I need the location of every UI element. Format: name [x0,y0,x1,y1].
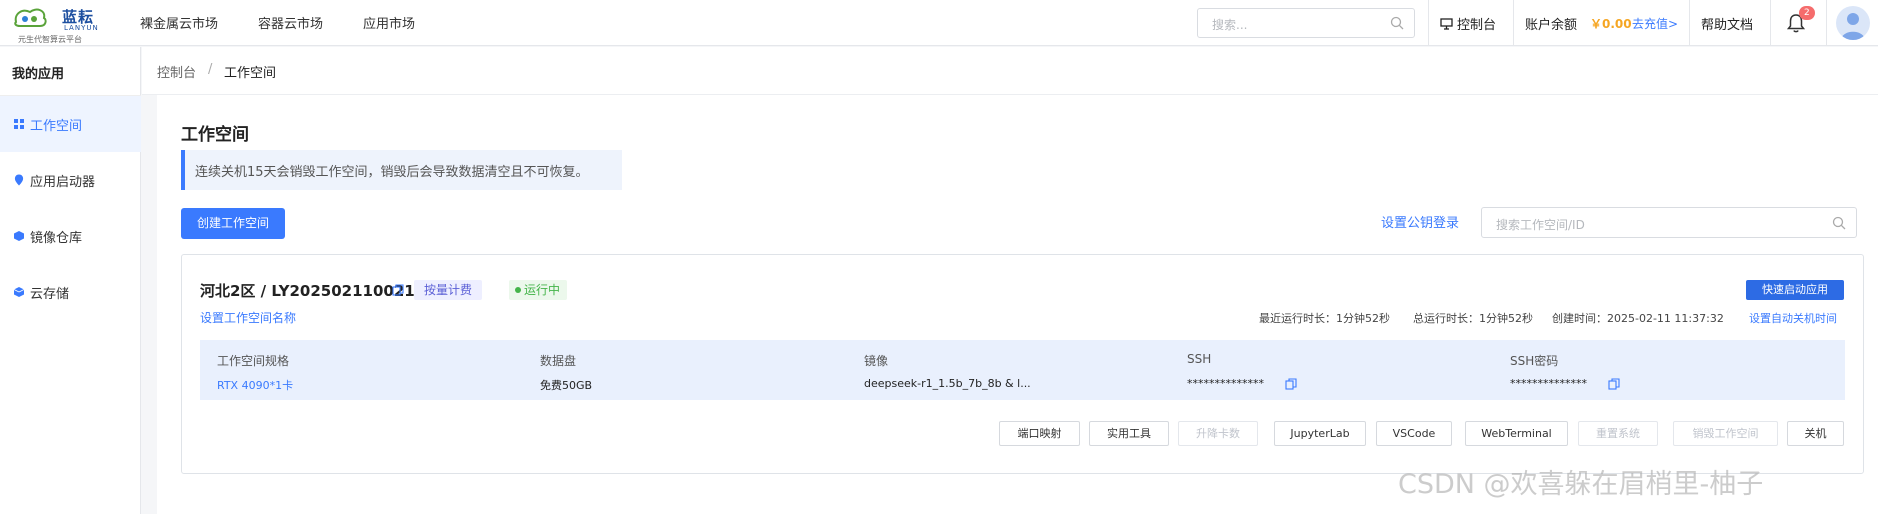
spec-header-ssh-password: SSH密码 [1510,354,1559,368]
divider [1513,0,1514,46]
sidebar-item-launcher[interactable]: 应用启动器 [0,152,141,208]
top-bar: 蓝耘 LANYUN 元生代智算云平台 裸金属云市场 容器云市场 应用市场 搜索.… [0,0,1878,46]
copy-icon[interactable] [1285,378,1297,390]
search-icon [1390,16,1404,30]
shutdown-button[interactable]: 关机 [1787,421,1844,446]
nav-app-market[interactable]: 应用市场 [363,13,415,32]
notice-text: 连续关机15天会销毁工作空间，销毁后会导致数据清空且不可恢复。 [195,165,589,180]
workspace-search-placeholder: 搜索工作空间/ID [1496,218,1585,232]
create-workspace-button[interactable]: 创建工作空间 [181,208,285,239]
vscode-button[interactable]: VSCode [1376,421,1452,446]
global-search-input[interactable]: 搜索... [1197,8,1415,38]
copy-icon[interactable] [392,284,404,296]
workspace-icon [14,119,24,129]
user-icon [1841,13,1865,40]
notification-badge: 2 [1799,6,1815,20]
search-icon [1832,216,1846,230]
spec-header-disk: 数据盘 [540,354,577,368]
spec-disk-value: 免费50GB [540,379,593,392]
port-mapping-button[interactable]: 端口映射 [999,421,1080,446]
help-docs-link[interactable]: 帮助文档 [1701,14,1753,33]
spec-table: 工作空间规格 数据盘 镜像 SSH SSH密码 RTX 4090*1卡 免费50… [200,340,1845,400]
nav-baremetal[interactable]: 裸金属云市场 [140,13,218,32]
jupyterlab-button[interactable]: JupyterLab [1274,421,1366,446]
page-title: 工作空间 [181,125,249,145]
workspace-card: 河北2区 / LY2025021100212 按量计费 运行中 快速启动应用 设… [181,254,1864,474]
spec-header-ssh: SSH [1187,352,1212,366]
console-link[interactable]: 控制台 [1440,14,1496,33]
logo-mark-icon [14,8,47,27]
reset-system-button[interactable]: 重置系统 [1578,421,1658,446]
sidebar-item-label: 镜像仓库 [30,230,83,246]
breadcrumb-current: 工作空间 [224,66,277,81]
scale-gpu-button[interactable]: 升降卡数 [1178,421,1258,446]
sidebar-item-image-repo[interactable]: 镜像仓库 [0,208,141,264]
recharge-link[interactable]: 去充值> [1632,15,1678,32]
cloud-storage-icon [13,287,25,297]
sidebar-item-label: 应用启动器 [30,174,96,190]
last-run-duration: 最近运行时长：1分钟52秒 [1259,312,1390,325]
avatar[interactable] [1836,6,1870,40]
sidebar-item-label: 工作空间 [30,118,83,134]
status-dot [515,287,521,293]
utilities-button[interactable]: 实用工具 [1089,421,1169,446]
webterminal-button[interactable]: WebTerminal [1465,421,1568,446]
notice-banner: 连续关机15天会销毁工作空间，销毁后会导致数据清空且不可恢复。 [181,150,622,190]
sidebar: 我的应用 工作空间 应用启动器 镜像仓库 云存储 [0,47,141,514]
spec-header-image: 镜像 [864,354,889,368]
rename-workspace-link[interactable]: 设置工作空间名称 [200,309,296,326]
destroy-workspace-button[interactable]: 销毁工作空间 [1673,421,1778,446]
sidebar-item-cloud-storage[interactable]: 云存储 [0,264,141,320]
console-label: 控制台 [1457,18,1497,33]
spec-header-spec: 工作空间规格 [217,354,290,368]
breadcrumb-separator: / [208,62,213,77]
status-badge: 运行中 [509,280,568,300]
auto-shutdown-link[interactable]: 设置自动关机时间 [1749,310,1837,326]
breadcrumb: 控制台 / 工作空间 [142,47,1878,95]
workspace-search-input[interactable]: 搜索工作空间/ID [1481,207,1857,238]
balance-value: ￥0.00 [1590,17,1632,31]
balance-label: 账户余额 [1525,18,1578,33]
image-repo-icon [14,231,24,241]
divider [1826,0,1827,46]
nav-container[interactable]: 容器云市场 [258,13,323,32]
status-text: 运行中 [524,283,561,297]
logo-en: LANYUN [64,24,99,32]
logo[interactable]: 蓝耘 LANYUN 元生代智算云平台 [12,4,104,44]
divider [1689,0,1690,46]
search-placeholder: 搜索... [1212,18,1248,32]
breadcrumb-console[interactable]: 控制台 [157,62,196,81]
sidebar-item-workspace[interactable]: 工作空间 [0,96,141,152]
divider [1770,0,1771,46]
sidebar-title: 我的应用 [12,67,65,82]
spec-gpu-value[interactable]: RTX 4090*1卡 [217,377,293,393]
ssh-password-value: ************** [1510,377,1587,390]
billing-tag: 按量计费 [414,280,483,300]
watermark: CSDN @欢喜躲在眉梢里-柚子 [1398,469,1764,500]
logo-tagline: 元生代智算云平台 [18,35,82,44]
copy-icon[interactable] [1608,378,1620,390]
total-run-duration: 总运行时长：1分钟52秒 [1413,312,1533,325]
divider [1428,0,1429,46]
sidebar-item-label: 云存储 [30,286,70,302]
top-nav: 裸金属云市场 容器云市场 应用市场 [140,13,455,32]
quick-launch-button[interactable]: 快速启动应用 [1746,280,1844,300]
main-panel: 工作空间 连续关机15天会销毁工作空间，销毁后会导致数据清空且不可恢复。 创建工… [157,95,1878,514]
ssh-value: ************** [1187,377,1264,390]
created-time: 创建时间：2025-02-11 11:37:32 [1552,312,1724,325]
launcher-icon [14,174,24,186]
monitor-icon [1440,17,1453,30]
set-public-key-link[interactable]: 设置公钥登录 [1381,212,1459,231]
spec-image-value: deepseek-r1_1.5b_7b_8b & l... [864,377,1031,390]
